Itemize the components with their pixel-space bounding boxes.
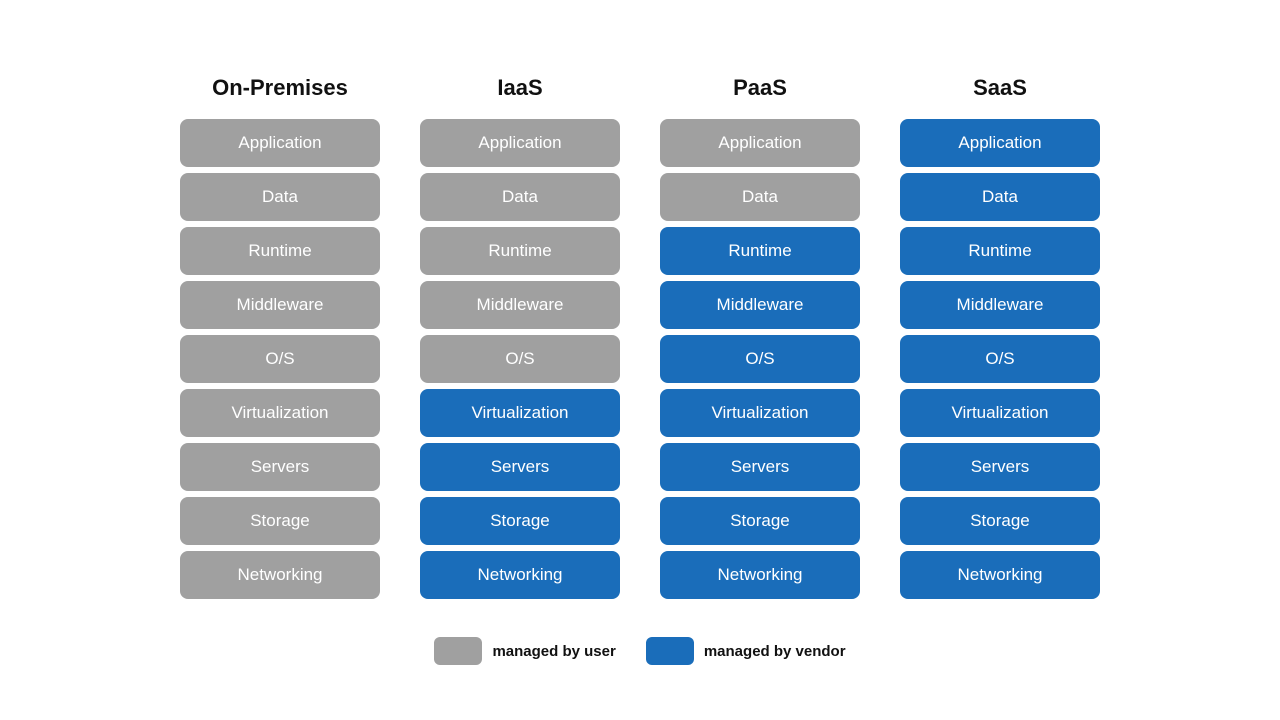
column-paas: PaaS Application Data Runtime Middleware O/S V… (660, 75, 860, 599)
tile-saas-servers: Servers (900, 443, 1100, 491)
tile-paas-application: Application (660, 119, 860, 167)
tile-saas-networking: Networking (900, 551, 1100, 599)
tile-on-premises-application: Application (180, 119, 380, 167)
user-swatch (434, 637, 482, 665)
column-on-premises: On-Premises Application Data Runtime Middlew… (180, 75, 380, 599)
legend-vendor: managed by vendor (646, 637, 846, 665)
tile-saas-virtualization: Virtualization (900, 389, 1100, 437)
tile-on-premises-data: Data (180, 173, 380, 221)
tile-iaas-runtime: Runtime (420, 227, 620, 275)
header-saas: SaaS (973, 75, 1027, 101)
tile-iaas-servers: Servers (420, 443, 620, 491)
header-paas: PaaS (733, 75, 787, 101)
vendor-legend-label: managed by vendor (704, 643, 846, 660)
legend-user: managed by user (434, 637, 615, 665)
tile-iaas-networking: Networking (420, 551, 620, 599)
tile-on-premises-o-s: O/S (180, 335, 380, 383)
tile-on-premises-storage: Storage (180, 497, 380, 545)
tile-on-premises-runtime: Runtime (180, 227, 380, 275)
tile-paas-runtime: Runtime (660, 227, 860, 275)
tile-on-premises-networking: Networking (180, 551, 380, 599)
tile-saas-application: Application (900, 119, 1100, 167)
tile-saas-storage: Storage (900, 497, 1100, 545)
tile-iaas-data: Data (420, 173, 620, 221)
tile-saas-middleware: Middleware (900, 281, 1100, 329)
tile-on-premises-servers: Servers (180, 443, 380, 491)
tile-paas-data: Data (660, 173, 860, 221)
header-on-premises: On-Premises (212, 75, 348, 101)
tile-on-premises-middleware: Middleware (180, 281, 380, 329)
tile-paas-storage: Storage (660, 497, 860, 545)
tile-iaas-application: Application (420, 119, 620, 167)
tile-saas-o-s: O/S (900, 335, 1100, 383)
tile-paas-o-s: O/S (660, 335, 860, 383)
tile-iaas-o-s: O/S (420, 335, 620, 383)
column-iaas: IaaS Application Data Runtime Middleware O/S V… (420, 75, 620, 599)
main-container: On-Premises Application Data Runtime Middlew… (0, 55, 1280, 665)
tile-saas-runtime: Runtime (900, 227, 1100, 275)
tile-iaas-virtualization: Virtualization (420, 389, 620, 437)
legend: managed by user managed by vendor (434, 637, 845, 665)
tile-paas-middleware: Middleware (660, 281, 860, 329)
header-iaas: IaaS (497, 75, 542, 101)
tile-paas-servers: Servers (660, 443, 860, 491)
tile-iaas-storage: Storage (420, 497, 620, 545)
vendor-swatch (646, 637, 694, 665)
tile-iaas-middleware: Middleware (420, 281, 620, 329)
tile-paas-virtualization: Virtualization (660, 389, 860, 437)
tile-saas-data: Data (900, 173, 1100, 221)
columns-wrapper: On-Premises Application Data Runtime Middlew… (140, 55, 1140, 619)
tile-on-premises-virtualization: Virtualization (180, 389, 380, 437)
user-legend-label: managed by user (492, 643, 615, 660)
tile-paas-networking: Networking (660, 551, 860, 599)
column-saas: SaaS Application Data Runtime Middleware O/S V… (900, 75, 1100, 599)
